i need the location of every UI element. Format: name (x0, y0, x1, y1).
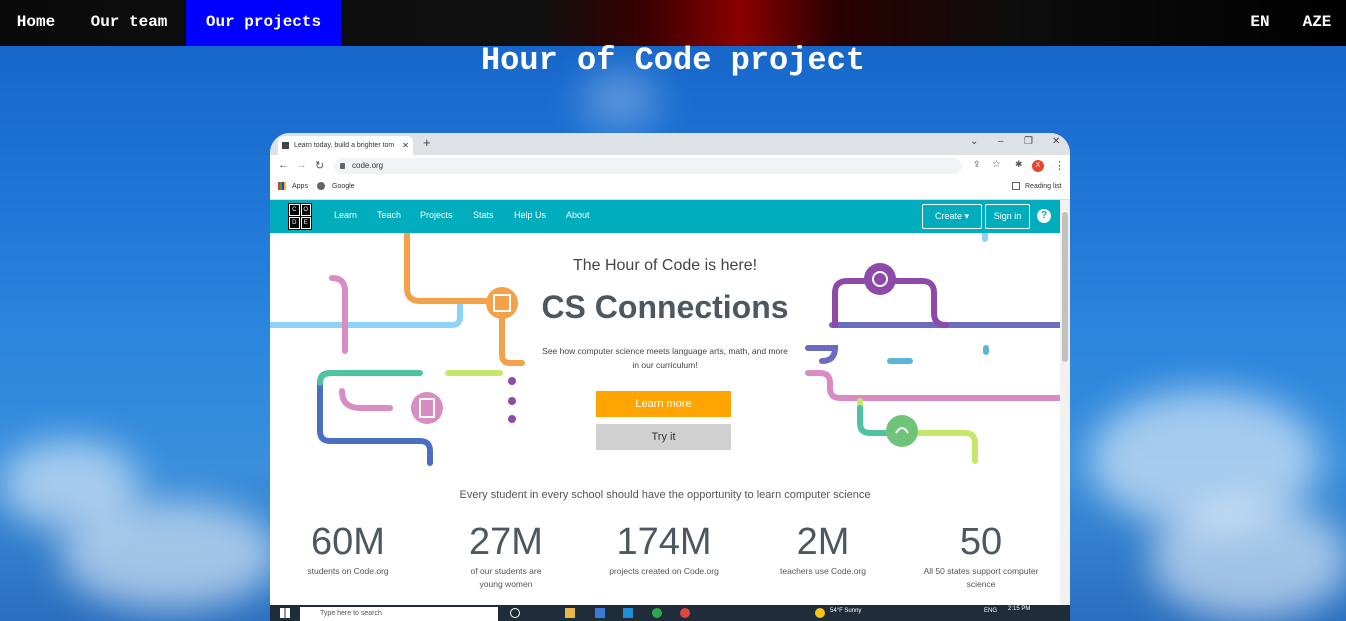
reload-icon: ↻ (315, 160, 325, 172)
stat-number: 2M (796, 521, 850, 563)
stat-item: 174M projects created on Code.org (594, 519, 734, 578)
stat-number: 60M (311, 521, 385, 563)
lock-icon (340, 163, 345, 169)
site-link-learn: Learn (334, 210, 358, 220)
bookmark-apps: Apps (292, 183, 308, 190)
code-org-logo: CO DE (288, 203, 312, 230)
cloud-decoration (0, 440, 140, 530)
back-icon: ← (278, 159, 289, 171)
reading-list: Reading list (1025, 183, 1062, 190)
close-icon: ✕ (402, 141, 409, 150)
folder-icon (565, 608, 575, 618)
mail-icon (623, 608, 633, 618)
reading-list-icon (1012, 182, 1020, 190)
stat-label: students on Code.org (307, 566, 389, 576)
hero-title: CS Connections (541, 289, 789, 325)
edge-icon (652, 608, 662, 618)
hero-description: See how computer science meets language … (542, 346, 788, 370)
stat-number: 174M (616, 521, 712, 563)
stat-label: projects created on Code.org (609, 566, 719, 576)
stat-item: 50 All 50 states support computer scienc… (911, 519, 1051, 591)
restore-icon: ❐ (1024, 136, 1033, 147)
bookmarks-bar: Apps Google Reading list (270, 177, 1070, 200)
search-icon (510, 608, 520, 618)
create-button: Create ▾ (922, 204, 982, 229)
stat-item: 2M teachers use Code.org (753, 519, 893, 578)
code-org-nav: CO DE Learn Teach Projects Stats Help Us… (270, 200, 1060, 233)
hero-subtitle: The Hour of Code is here! (572, 257, 758, 274)
taskbar-search: Type here to search (300, 607, 498, 621)
top-navigation: Home Our team Our projects EN AZE (0, 0, 1346, 46)
help-icon: ? (1037, 209, 1051, 223)
site-link-teach: Teach (377, 210, 402, 220)
new-tab-icon: + (423, 135, 431, 150)
nav-our-projects[interactable]: Our projects (186, 0, 341, 46)
bookmark-google: Google (332, 183, 355, 190)
weather-text: 54°F Sunny (830, 608, 862, 614)
apps-icon (278, 182, 286, 190)
chevron-down-icon: ⌄ (970, 136, 979, 147)
learn-more-button: Learn more (596, 391, 731, 417)
stat-item: 27M of our students are young women (436, 519, 576, 591)
try-it-button: Try it (596, 424, 731, 450)
stat-label: teachers use Code.org (780, 566, 866, 576)
tagline: Every student in every school should hav… (459, 489, 871, 501)
google-icon (317, 182, 325, 190)
star-icon: ☆ (992, 159, 1001, 170)
project-screenshot: Learn today, build a brighter tom ✕ + ⌄ … (270, 133, 1070, 621)
site-link-stats: Stats (473, 210, 494, 220)
stat-number: 50 (959, 521, 1003, 563)
stat-label: of our students are young women (470, 566, 542, 589)
address-bar: ← → ↻ code.org ⇪ ☆ ✱ X ⋮ (270, 155, 1070, 177)
cloud-decoration (1150, 500, 1346, 620)
site-link-help-us: Help Us (514, 210, 547, 220)
sign-in-button: Sign in (985, 204, 1030, 229)
extensions-icon: ✱ (1015, 159, 1023, 169)
cloud-decoration (580, 70, 660, 130)
lang-aze[interactable]: AZE (1292, 0, 1342, 46)
scrollbar (1060, 200, 1070, 605)
minimize-icon: – (998, 136, 1004, 147)
nav-home[interactable]: Home (0, 0, 72, 46)
stat-label: All 50 states support computer science (923, 566, 1039, 589)
stat-number: 27M (469, 521, 543, 563)
close-window-icon: ✕ (1052, 136, 1061, 147)
lang-en[interactable]: EN (1238, 0, 1282, 46)
forward-icon: → (296, 159, 307, 171)
avatar: X (1032, 160, 1044, 172)
page-title: Hour of Code project (480, 42, 866, 79)
browser-tab: Learn today, build a brighter tom ✕ (278, 136, 413, 155)
browser-tab-bar: Learn today, build a brighter tom ✕ + ⌄ … (270, 133, 1070, 155)
url-field: code.org (334, 158, 962, 174)
chrome-icon (680, 608, 690, 618)
store-icon (595, 608, 605, 618)
site-link-projects: Projects (420, 210, 453, 220)
menu-dots-icon: ⋮ (1054, 160, 1065, 172)
site-link-about: About (566, 210, 590, 220)
tab-title: Learn today, build a brighter tom (294, 142, 395, 149)
language-indicator: ENG (984, 608, 998, 614)
windows-taskbar: Type here to search 54°F Sunny ENG 2:15 … (270, 605, 1070, 621)
weather-icon (815, 608, 825, 618)
windows-start-icon (280, 608, 290, 618)
share-icon: ⇪ (973, 159, 981, 169)
stat-item: 60M students on Code.org (278, 519, 418, 578)
clock: 2:15 PM (1008, 606, 1031, 612)
favicon-icon (282, 142, 289, 149)
url-text: code.org (352, 161, 384, 170)
nav-our-team[interactable]: Our team (72, 0, 186, 46)
